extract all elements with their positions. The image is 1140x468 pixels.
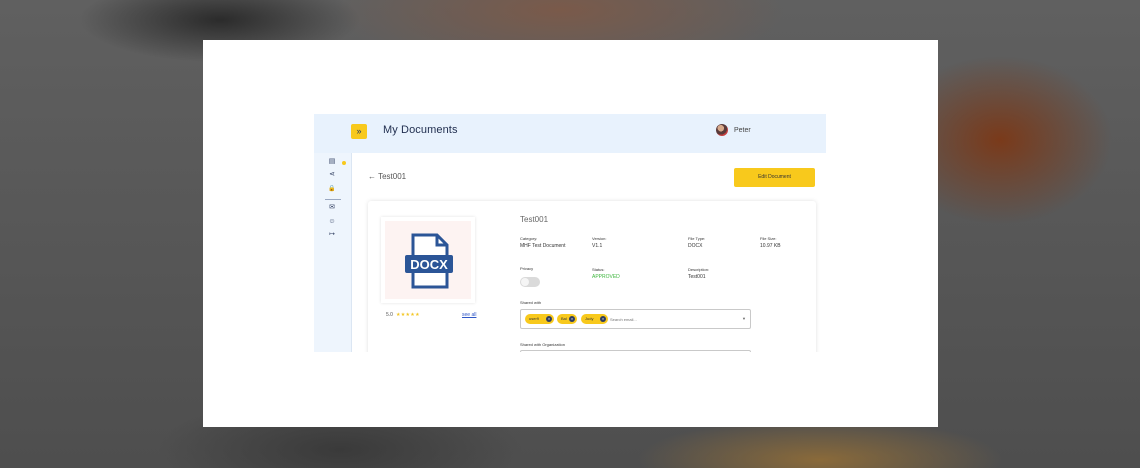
document-icon[interactable]: ▤ <box>327 157 337 167</box>
page-title: My Documents <box>383 124 458 136</box>
file-size-value: 10.97 KB <box>760 243 781 249</box>
document-thumbnail[interactable]: DOCX <box>381 217 475 303</box>
rating: 5.0 ★★★★★ <box>386 312 420 318</box>
top-bar: » My Documents Peter <box>314 114 826 153</box>
sidebar-divider <box>325 199 341 200</box>
shared-email-input[interactable] <box>610 315 730 323</box>
share-icon[interactable]: ⋖ <box>327 170 337 180</box>
shared-user-chip[interactable]: Bal × <box>557 314 577 324</box>
version-value: V1.1 <box>592 243 603 249</box>
chip-label: user9 <box>529 316 540 321</box>
file-type-label: File Type: <box>688 236 706 241</box>
rating-value: 5.0 <box>386 312 393 318</box>
lock-icon[interactable]: 🔒 <box>327 184 337 194</box>
category-label: Category: <box>520 236 538 241</box>
category-value: MHF Test Document <box>520 243 566 249</box>
document-card: DOCX 5.0 ★★★★★ see all Test001 Category: … <box>368 201 816 352</box>
remove-chip-icon[interactable]: × <box>600 316 606 322</box>
see-all-link[interactable]: see all <box>462 312 476 318</box>
user-name[interactable]: Peter <box>734 127 751 134</box>
logout-icon[interactable]: ↦ <box>327 230 337 240</box>
status-value: APPROVED <box>592 274 620 280</box>
shared-with-label: Shared with <box>520 300 542 305</box>
avatar[interactable] <box>716 124 728 136</box>
chip-label: Bal <box>561 316 567 321</box>
shared-org-label: Shared with Organization <box>520 342 565 347</box>
document-title: Test001 <box>520 215 549 224</box>
privacy-toggle[interactable] <box>520 277 540 287</box>
active-indicator-dot <box>342 161 346 165</box>
shared-with-field[interactable]: user9 × Bal × Judy × ▼ <box>520 309 751 329</box>
chip-label: Judy <box>585 316 594 321</box>
back-link[interactable]: ← Test001 <box>368 172 406 181</box>
version-label: Version: <box>592 236 607 241</box>
thumbnail-background: DOCX <box>385 221 471 299</box>
sidebar: ▤ ⋖ 🔒 ✉ ☺ ↦ <box>314 153 352 352</box>
screenshot-modal: » My Documents Peter ▤ ⋖ 🔒 ✉ ☺ ↦ ← Test0… <box>203 40 938 427</box>
shared-user-chip[interactable]: Judy × <box>581 314 608 324</box>
file-type-value: DOCX <box>688 243 703 249</box>
remove-chip-icon[interactable]: × <box>569 316 575 322</box>
status-label: Status: <box>592 267 605 272</box>
app-window: » My Documents Peter ▤ ⋖ 🔒 ✉ ☺ ↦ ← Test0… <box>314 114 826 352</box>
rating-stars: ★★★★★ <box>395 312 420 318</box>
remove-chip-icon[interactable]: × <box>546 316 552 322</box>
docx-file-icon: DOCX <box>405 233 453 289</box>
chevron-down-icon[interactable]: ▼ <box>742 316 746 321</box>
file-size-label: File Size: <box>760 236 777 241</box>
shared-user-chip[interactable]: user9 × <box>525 314 554 324</box>
description-label: Description: <box>688 267 710 272</box>
mail-icon[interactable]: ✉ <box>327 203 337 213</box>
edit-document-button[interactable]: Edit Document <box>734 168 815 187</box>
docx-label: DOCX <box>410 257 448 272</box>
shared-org-field[interactable] <box>520 350 751 352</box>
privacy-label: Privacy <box>520 266 534 271</box>
description-value: Test001 <box>688 274 706 280</box>
expand-sidebar-button[interactable]: » <box>351 124 367 139</box>
user-icon[interactable]: ☺ <box>327 217 337 227</box>
